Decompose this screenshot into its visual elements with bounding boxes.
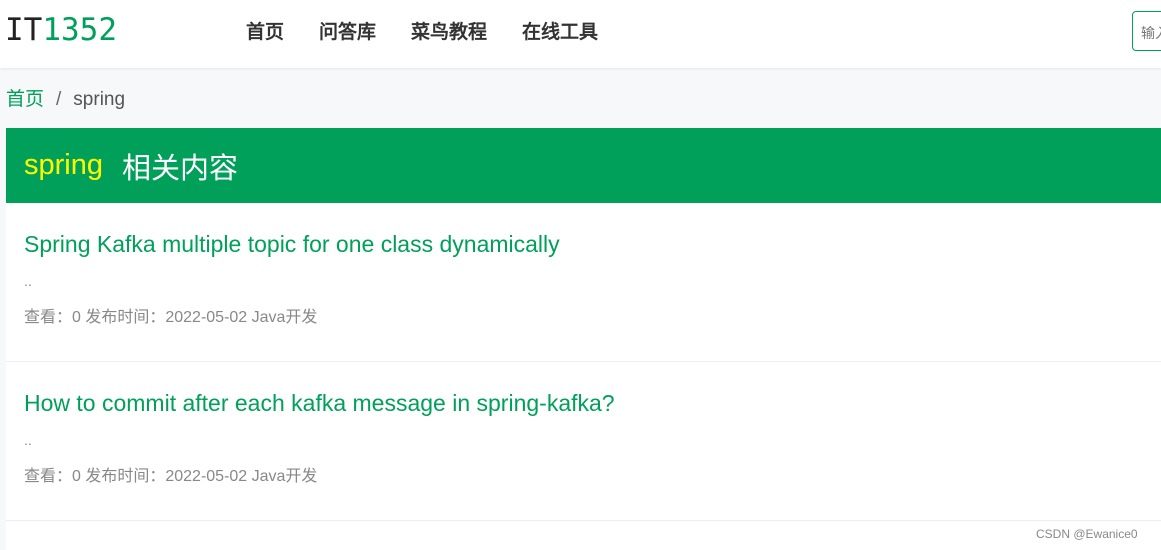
- logo-text-number: 1352: [42, 12, 117, 48]
- logo-text-it: IT: [5, 12, 43, 48]
- nav-tools[interactable]: 在线工具: [522, 20, 598, 46]
- list-item: Spring Kafka multiple topic for one clas…: [6, 203, 1161, 362]
- breadcrumb: 首页 / spring: [6, 88, 125, 112]
- panel-title: 相关内容: [122, 152, 239, 185]
- watermark-text: CSDN @Ewanice0: [1036, 527, 1138, 541]
- panel-header: spring 相关内容: [6, 128, 1161, 203]
- top-navbar: IT1352 首页 问答库 菜鸟教程 在线工具 输入: [0, 0, 1161, 68]
- breadcrumb-home-link[interactable]: 首页: [6, 89, 44, 110]
- item-meta: 查看：0 发布时间：2022-05-02 Java开发: [24, 309, 318, 326]
- search-input[interactable]: 输入: [1132, 11, 1161, 51]
- list-item: How to commit after each kafka message i…: [6, 362, 1161, 521]
- breadcrumb-separator: /: [56, 89, 62, 110]
- breadcrumb-current: spring: [73, 89, 126, 110]
- item-title-link[interactable]: How to commit after each kafka message i…: [24, 388, 615, 418]
- nav-tutorials[interactable]: 菜鸟教程: [411, 20, 487, 46]
- item-meta: 查看：0 发布时间：2022-05-02 Java开发: [24, 468, 318, 485]
- main-nav: 首页 问答库 菜鸟教程 在线工具: [246, 20, 633, 46]
- nav-qa[interactable]: 问答库: [319, 20, 376, 46]
- site-logo[interactable]: IT1352: [5, 12, 117, 48]
- nav-home[interactable]: 首页: [246, 20, 284, 46]
- item-title-link[interactable]: Spring Kafka multiple topic for one clas…: [24, 229, 560, 259]
- search-keyword: spring: [24, 149, 103, 181]
- item-excerpt: ..: [24, 432, 32, 448]
- results-panel: spring 相关内容 Spring Kafka multiple topic …: [6, 128, 1161, 550]
- item-excerpt: ..: [24, 273, 32, 289]
